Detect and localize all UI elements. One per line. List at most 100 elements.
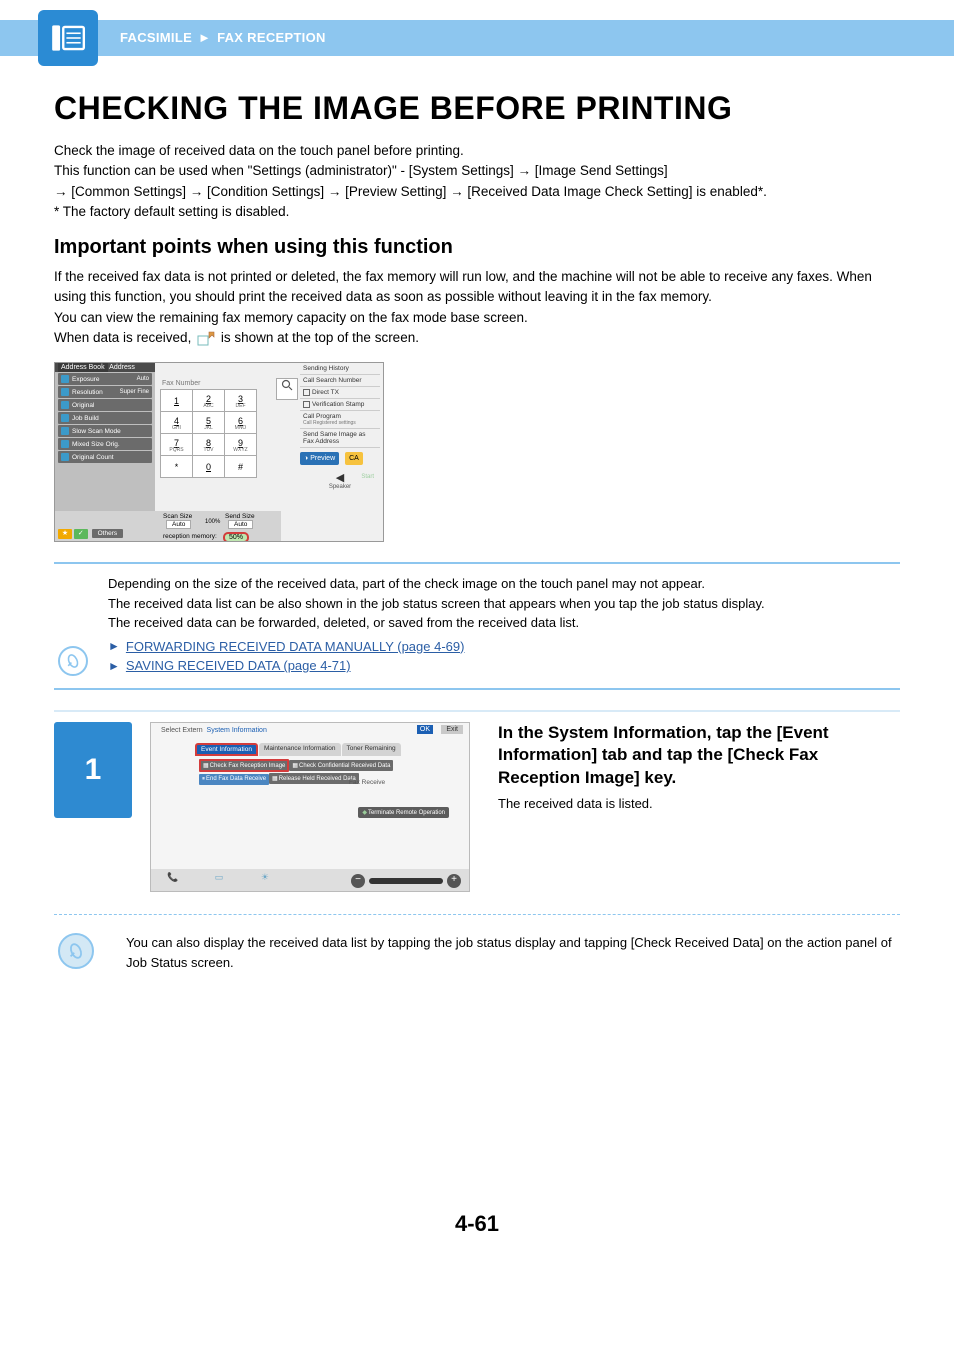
keypad-key[interactable]: * — [161, 456, 193, 478]
note-line-1: Depending on the size of the received da… — [108, 574, 900, 594]
send-size: Send SizeAuto — [225, 513, 255, 529]
note-icon — [58, 933, 94, 969]
row-icon — [61, 440, 69, 448]
star-icon[interactable]: ★ — [58, 529, 72, 539]
keypad[interactable]: 12ABC3DEF 4GHI5JKL6MNO 7PQRS8TUV9WXYZ *0# — [160, 389, 257, 478]
intro-p3: → [Common Settings] → [Condition Setting… — [54, 182, 900, 202]
address-tab[interactable]: Address — [109, 364, 135, 371]
checkbox-icon[interactable] — [303, 389, 310, 396]
call-program-item[interactable]: Call ProgramCall Registered settings — [300, 411, 380, 429]
link-arrow-icon: ► — [108, 657, 120, 675]
fax-icon[interactable] — [38, 10, 98, 66]
row-icon — [61, 453, 69, 461]
settings-row[interactable]: Job Build — [58, 412, 152, 424]
fax-receive-label: Fax Receive — [349, 779, 385, 786]
tip-text: You can also display the received data l… — [126, 933, 900, 973]
page-title: CHECKING THE IMAGE BEFORE PRINTING — [54, 90, 900, 127]
body-p3b: is shown at the top of the screen. — [221, 330, 419, 345]
breadcrumb: FACSIMILE ► FAX RECEPTION — [120, 20, 326, 56]
body-p3a: When data is received, — [54, 330, 195, 345]
send-auto[interactable]: Auto — [228, 520, 253, 529]
fax-base-screen-figure: Address Book Address ExposureAutoResolut… — [54, 362, 384, 542]
check-confidential-button[interactable]: ▦Check Confidential Received Data — [289, 760, 393, 771]
keypad-key[interactable]: 4GHI — [161, 412, 193, 434]
reception-memory-value: 50% — [223, 534, 249, 541]
tab-maintenance-information[interactable]: Maintenance Information — [259, 743, 341, 756]
settings-row[interactable]: ResolutionSuper Fine — [58, 386, 152, 398]
body-p2: You can view the remaining fax memory ca… — [54, 308, 900, 328]
start-button[interactable]: Start — [361, 474, 374, 480]
check-icon[interactable]: ✓ — [74, 529, 88, 539]
addrbook-tab[interactable]: Address Book — [58, 363, 108, 372]
exit-button[interactable]: Exit — [441, 725, 463, 734]
pct: 100% — [205, 519, 220, 525]
check-fax-reception-image-button[interactable]: ▦Check Fax Reception Image — [199, 759, 289, 772]
settings-row[interactable]: Original — [58, 399, 152, 411]
row-icon — [61, 427, 69, 435]
body-p3: When data is received, is shown at the t… — [54, 328, 900, 352]
bottom-left: ★ ✓ Others — [58, 529, 123, 539]
scan-size: Scan SizeAuto — [163, 513, 192, 529]
keypad-key[interactable]: # — [225, 456, 257, 478]
forwarding-link[interactable]: FORWARDING RECEIVED DATA MANUALLY (page … — [126, 637, 465, 657]
call-search-item[interactable]: Call Search Number — [300, 375, 380, 387]
topbar: FACSIMILE ► FAX RECEPTION — [0, 0, 954, 60]
others-button[interactable]: Others — [92, 529, 124, 538]
row-icon — [61, 375, 69, 383]
ok-button[interactable]: OK — [417, 725, 433, 734]
intro-p1: Check the image of received data on the … — [54, 141, 900, 161]
scan-auto[interactable]: Auto — [166, 520, 191, 529]
breadcrumb-b[interactable]: FAX RECEPTION — [217, 30, 326, 45]
divider — [54, 710, 900, 712]
system-info-figure: Select Extern System Information OK Exit… — [150, 722, 470, 892]
keypad-key[interactable]: 3DEF — [225, 390, 257, 412]
link-arrow-icon: ► — [108, 637, 120, 655]
checkbox-icon[interactable] — [303, 401, 310, 408]
tab-toner-remaining[interactable]: Toner Remaining — [342, 743, 401, 756]
book-icon[interactable]: ▭ — [211, 872, 227, 883]
settings-row[interactable]: Slow Scan Mode — [58, 425, 152, 437]
keypad-key[interactable]: 0 — [193, 456, 225, 478]
release-held-button[interactable]: ▦Release Held Received Data — [269, 773, 359, 784]
keypad-key[interactable]: 9WXYZ — [225, 434, 257, 456]
breadcrumb-strip: FACSIMILE ► FAX RECEPTION — [0, 20, 954, 56]
bottom-bar: 📞 ▭ ☀ − + — [151, 869, 469, 891]
sending-history-item[interactable]: Sending History — [300, 363, 380, 375]
search-icon[interactable] — [276, 378, 298, 400]
end-fax-data-button[interactable]: ⏸End Fax Data Receive — [199, 774, 269, 785]
keypad-key[interactable]: 8TUV — [193, 434, 225, 456]
section-heading: Important points when using this functio… — [54, 236, 900, 259]
speaker-label[interactable]: ◀ Speaker Start — [300, 471, 380, 490]
phone-icon[interactable]: 📞 — [165, 872, 181, 883]
terminate-remote-button[interactable]: ◆Terminate Remote Operation — [358, 807, 449, 818]
note-box: Depending on the size of the received da… — [54, 562, 900, 690]
settings-row[interactable]: Mixed Size Orig. — [58, 438, 152, 450]
tab-event-information[interactable]: Event Information — [195, 743, 258, 756]
tip-box: You can also display the received data l… — [54, 933, 900, 973]
keypad-key[interactable]: 1 — [161, 390, 193, 412]
settings-row[interactable]: ExposureAuto — [58, 373, 152, 385]
direct-tx-item[interactable]: Direct TX — [300, 387, 380, 399]
zoom-in-button[interactable]: + — [447, 874, 461, 888]
note-line-3: The received data can be forwarded, dele… — [108, 613, 900, 633]
verification-stamp-item[interactable]: Verification Stamp — [300, 399, 380, 411]
row-icon — [61, 414, 69, 422]
select-extern-label: Select Extern — [161, 727, 203, 734]
send-same-image-item[interactable]: Send Same Image as Fax Address — [300, 429, 380, 448]
keypad-key[interactable]: 5JKL — [193, 412, 225, 434]
brightness-icon[interactable]: ☀ — [257, 872, 273, 883]
step-row: 1 Select Extern System Information OK Ex… — [54, 722, 900, 892]
step-number: 1 — [54, 722, 132, 818]
zoom-out-button[interactable]: − — [351, 874, 365, 888]
ca-button[interactable]: CA — [345, 452, 363, 465]
settings-row[interactable]: Original Count — [58, 451, 152, 463]
dashed-divider — [54, 914, 900, 915]
zoom-slider[interactable] — [369, 878, 443, 884]
breadcrumb-a[interactable]: FACSIMILE — [120, 30, 192, 45]
preview-button[interactable]: ◑Preview — [300, 452, 339, 465]
keypad-key[interactable]: 2ABC — [193, 390, 225, 412]
saving-link[interactable]: SAVING RECEIVED DATA (page 4-71) — [126, 656, 351, 676]
reception-memory-label: reception memory: — [163, 533, 217, 540]
keypad-key[interactable]: 6MNO — [225, 412, 257, 434]
keypad-key[interactable]: 7PQRS — [161, 434, 193, 456]
